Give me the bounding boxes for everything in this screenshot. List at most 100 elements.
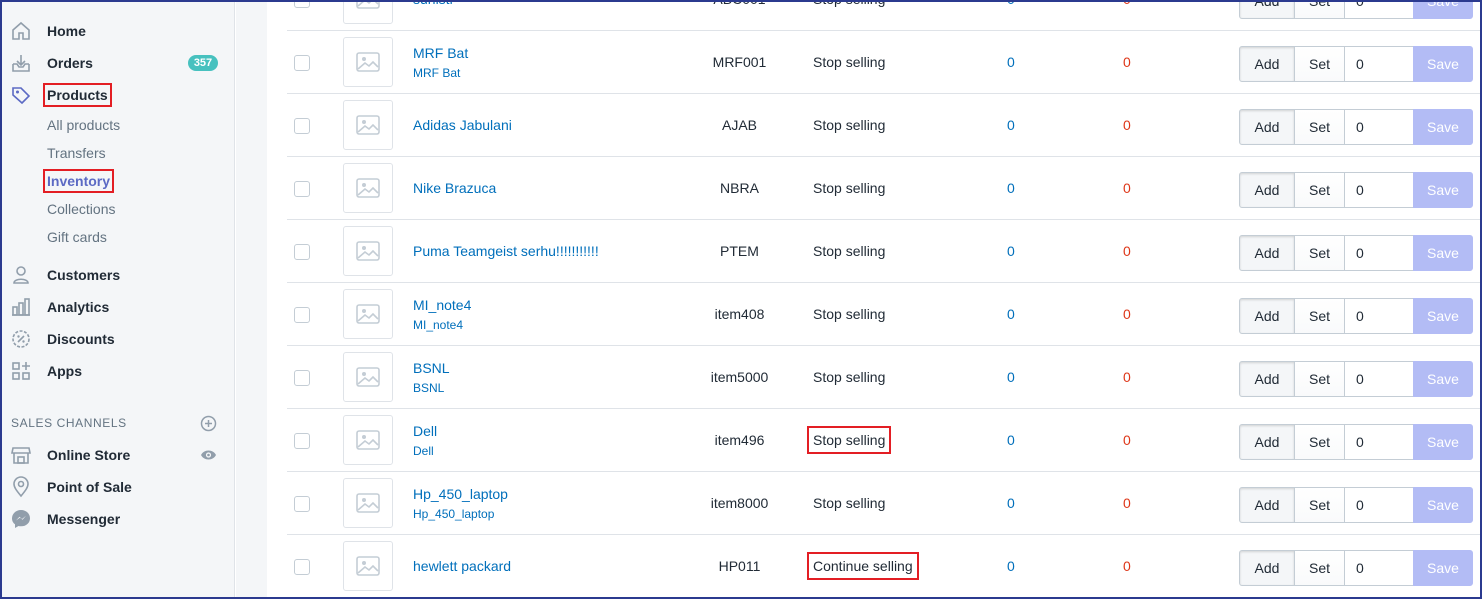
row-checkbox[interactable] — [294, 433, 310, 449]
add-button[interactable]: Add — [1239, 361, 1295, 397]
save-button[interactable]: Save — [1413, 361, 1473, 397]
product-thumbnail[interactable] — [343, 226, 393, 276]
nav-products[interactable]: Products — [0, 80, 235, 110]
save-button[interactable]: Save — [1413, 550, 1473, 586]
product-thumbnail[interactable] — [343, 100, 393, 150]
set-button[interactable]: Set — [1294, 550, 1345, 586]
save-button[interactable]: Save — [1413, 487, 1473, 523]
product-thumbnail[interactable] — [343, 541, 393, 591]
add-button[interactable]: Add — [1239, 424, 1295, 460]
product-name-link[interactable]: BSNL — [413, 360, 450, 376]
quantity-input[interactable] — [1344, 424, 1414, 460]
nav-orders[interactable]: Orders 357 — [0, 48, 235, 78]
nav-discounts[interactable]: Discounts — [0, 324, 235, 354]
row-checkbox[interactable] — [294, 118, 310, 134]
save-button[interactable]: Save — [1413, 46, 1473, 82]
quantity-input[interactable] — [1344, 172, 1414, 208]
set-button[interactable]: Set — [1294, 46, 1345, 82]
product-name-link[interactable]: Adidas Jabulani — [413, 117, 512, 133]
add-channel-icon[interactable] — [200, 415, 217, 432]
add-button[interactable]: Add — [1239, 235, 1295, 271]
product-thumbnail[interactable] — [343, 289, 393, 339]
set-button[interactable]: Set — [1294, 0, 1345, 19]
add-button[interactable]: Add — [1239, 487, 1295, 523]
product-name-link[interactable]: sunisti — [413, 0, 453, 7]
quantity-input[interactable] — [1344, 487, 1414, 523]
product-name-link[interactable]: hewlett packard — [413, 558, 511, 574]
available-count[interactable]: 0 — [1007, 0, 1015, 7]
quantity-input[interactable] — [1344, 235, 1414, 271]
add-button[interactable]: Add — [1239, 109, 1295, 145]
row-checkbox[interactable] — [294, 307, 310, 323]
add-button[interactable]: Add — [1239, 0, 1295, 19]
product-thumbnail[interactable] — [343, 415, 393, 465]
save-button[interactable]: Save — [1413, 172, 1473, 208]
product-name-link[interactable]: Dell — [413, 423, 437, 439]
save-button[interactable]: Save — [1413, 424, 1473, 460]
set-button[interactable]: Set — [1294, 424, 1345, 460]
save-button[interactable]: Save — [1413, 109, 1473, 145]
available-count[interactable]: 0 — [1007, 54, 1015, 70]
variant-name-link[interactable]: MI_note4 — [413, 318, 463, 332]
quantity-input[interactable] — [1344, 0, 1414, 19]
variant-name-link[interactable]: BSNL — [413, 381, 444, 395]
row-checkbox[interactable] — [294, 55, 310, 71]
quantity-input[interactable] — [1344, 361, 1414, 397]
row-checkbox[interactable] — [294, 0, 310, 8]
quantity-input[interactable] — [1344, 550, 1414, 586]
available-count[interactable]: 0 — [1007, 180, 1015, 196]
row-checkbox[interactable] — [294, 559, 310, 575]
available-count[interactable]: 0 — [1007, 495, 1015, 511]
subnav-gift-cards[interactable]: Gift cards — [47, 229, 107, 245]
quantity-input[interactable] — [1344, 46, 1414, 82]
eye-icon[interactable] — [200, 448, 217, 462]
variant-name-link[interactable]: Dell — [413, 444, 434, 458]
variant-name-link[interactable]: Hp_450_laptop — [413, 507, 494, 521]
product-thumbnail[interactable] — [343, 352, 393, 402]
quantity-input[interactable] — [1344, 109, 1414, 145]
product-thumbnail[interactable] — [343, 0, 393, 24]
available-count[interactable]: 0 — [1007, 432, 1015, 448]
nav-home[interactable]: Home — [0, 16, 235, 46]
nav-point-of-sale[interactable]: Point of Sale — [0, 472, 235, 502]
add-button[interactable]: Add — [1239, 550, 1295, 586]
available-count[interactable]: 0 — [1007, 243, 1015, 259]
available-count[interactable]: 0 — [1007, 558, 1015, 574]
quantity-input[interactable] — [1344, 298, 1414, 334]
row-checkbox[interactable] — [294, 370, 310, 386]
subnav-inventory[interactable]: Inventory — [42, 169, 115, 193]
nav-apps[interactable]: Apps — [0, 356, 235, 386]
set-button[interactable]: Set — [1294, 298, 1345, 334]
subnav-collections[interactable]: Collections — [47, 201, 115, 217]
add-button[interactable]: Add — [1239, 298, 1295, 334]
product-name-link[interactable]: Puma Teamgeist serhu!!!!!!!!!!! — [413, 243, 599, 259]
variant-name-link[interactable]: MRF Bat — [413, 66, 460, 80]
available-count[interactable]: 0 — [1007, 306, 1015, 322]
product-thumbnail[interactable] — [343, 478, 393, 528]
add-button[interactable]: Add — [1239, 172, 1295, 208]
available-count[interactable]: 0 — [1007, 369, 1015, 385]
available-count[interactable]: 0 — [1007, 117, 1015, 133]
product-name-link[interactable]: MRF Bat — [413, 45, 468, 61]
product-name-link[interactable]: Hp_450_laptop — [413, 486, 508, 502]
nav-messenger[interactable]: Messenger — [0, 504, 235, 534]
product-thumbnail[interactable] — [343, 163, 393, 213]
set-button[interactable]: Set — [1294, 235, 1345, 271]
product-name-link[interactable]: MI_note4 — [413, 297, 471, 313]
row-checkbox[interactable] — [294, 181, 310, 197]
set-button[interactable]: Set — [1294, 361, 1345, 397]
add-button[interactable]: Add — [1239, 46, 1295, 82]
nav-customers[interactable]: Customers — [0, 260, 235, 290]
save-button[interactable]: Save — [1413, 235, 1473, 271]
save-button[interactable]: Save — [1413, 0, 1473, 19]
product-thumbnail[interactable] — [343, 37, 393, 87]
product-name-link[interactable]: Nike Brazuca — [413, 180, 496, 196]
row-checkbox[interactable] — [294, 244, 310, 260]
nav-analytics[interactable]: Analytics — [0, 292, 235, 322]
set-button[interactable]: Set — [1294, 487, 1345, 523]
set-button[interactable]: Set — [1294, 172, 1345, 208]
subnav-transfers[interactable]: Transfers — [47, 145, 106, 161]
set-button[interactable]: Set — [1294, 109, 1345, 145]
save-button[interactable]: Save — [1413, 298, 1473, 334]
subnav-all-products[interactable]: All products — [47, 117, 120, 133]
